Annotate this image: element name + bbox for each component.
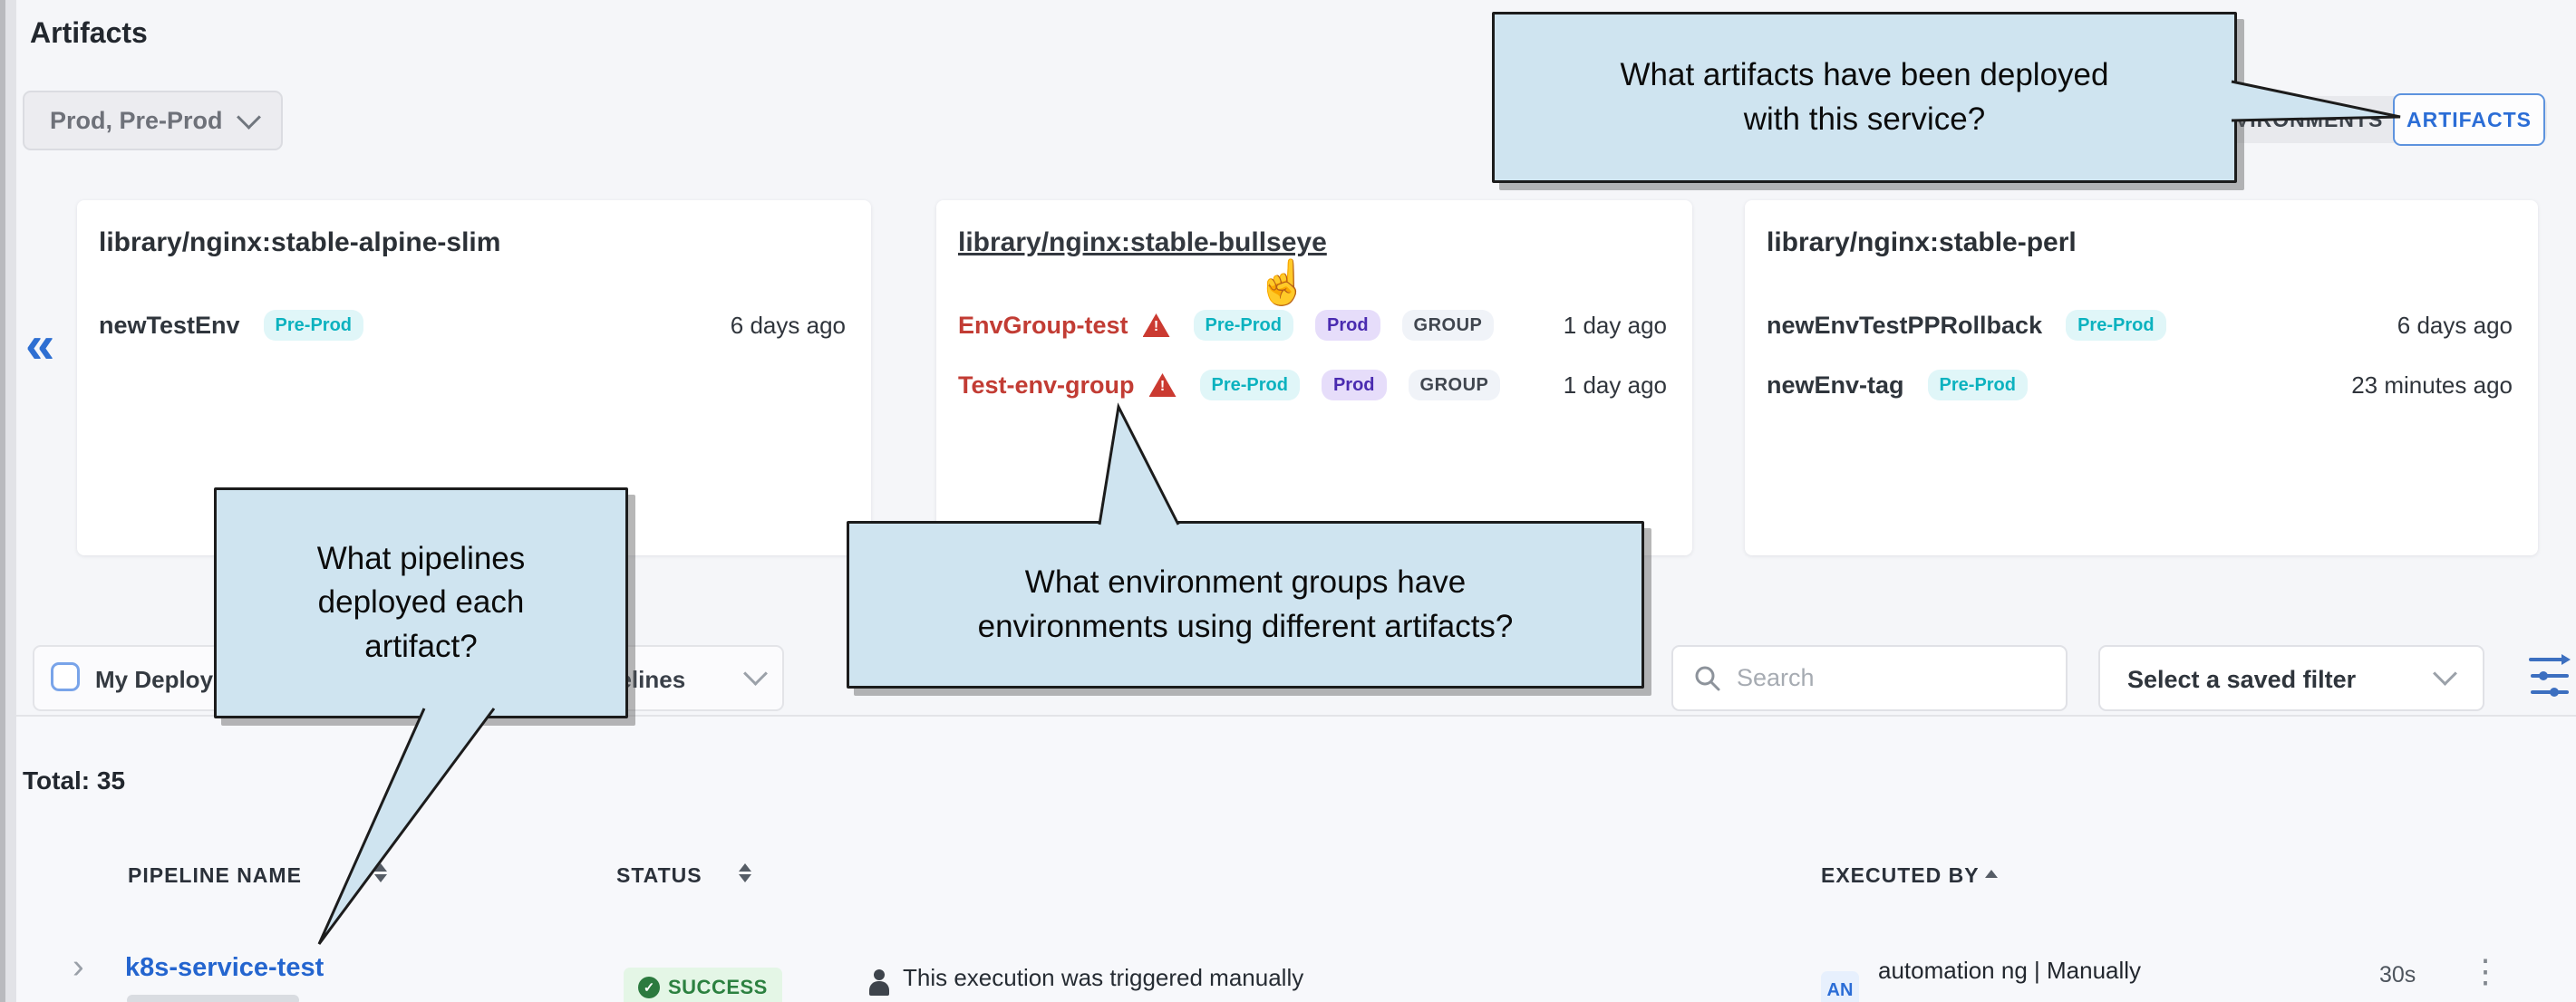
tab-artifacts[interactable]: ARTIFACTS (2393, 93, 2545, 146)
artifact-title-link[interactable]: library/nginx:stable-bullseye (958, 227, 1327, 258)
environment-name[interactable]: EnvGroup-test (958, 312, 1128, 340)
pipeline-name-link[interactable]: k8s-service-test (125, 953, 324, 983)
search-box (1671, 645, 2068, 711)
my-deployments-checkbox[interactable] (51, 662, 80, 691)
badge-group: GROUP (1402, 310, 1495, 341)
sort-icon[interactable] (739, 863, 751, 882)
badge-group: GROUP (1409, 370, 1501, 400)
view-tabs: ENVIRONMENTS ARTIFACTS (2183, 96, 2547, 143)
environment-badges: Pre-Prod (264, 310, 363, 341)
column-header-pipeline-name[interactable]: PIPELINE NAME (128, 863, 302, 888)
badge-prod: Prod (1315, 310, 1380, 341)
saved-filter-value: Select a saved filter (2127, 666, 2356, 694)
environment-badges: Pre-Prod (2066, 310, 2165, 341)
filter-sliders-icon (2527, 650, 2571, 701)
chevron-down-icon (2433, 661, 2457, 686)
trigger-message: This execution was triggered manually (903, 964, 1303, 992)
chevron-down-icon (743, 661, 768, 686)
environment-name[interactable]: Test-env-group (958, 371, 1135, 400)
deployed-time: 6 days ago (731, 312, 846, 340)
artifacts-page: Artifacts Prod, Pre-Prod ENVIRONMENTS AR… (0, 0, 2576, 1002)
search-icon (1693, 664, 1722, 693)
warning-triangle-icon: ! (1149, 373, 1177, 397)
execution-duration: 30s (2379, 962, 2416, 988)
environment-row[interactable]: Test-env-group! Pre-Prod Prod GROUP 1 day ag… (936, 365, 1692, 405)
column-header-executed-by[interactable]: EXECUTED BY (1821, 863, 1980, 888)
artifact-title-link[interactable]: library/nginx:stable-perl (1767, 227, 2077, 258)
chevron-down-icon (237, 105, 261, 130)
sort-ascending-icon[interactable] (1985, 870, 1998, 878)
user-icon (868, 969, 890, 997)
filter-settings-button[interactable] (2527, 650, 2571, 706)
artifact-card: library/nginx:stable-bullseye☝EnvGroup-t… (936, 200, 1692, 555)
deployed-time: 23 minutes ago (2351, 371, 2513, 400)
environment-type-value: Prod, Pre-Prod (50, 107, 223, 135)
deployed-time: 6 days ago (2397, 312, 2513, 340)
executions-section-background (0, 715, 2576, 1002)
search-input[interactable] (1735, 663, 2010, 693)
environment-name[interactable]: newTestEnv (99, 312, 240, 340)
hand-cursor-icon: ☝ (1255, 256, 1310, 308)
window-edge-inner (5, 0, 16, 1002)
saved-filter-dropdown[interactable]: Select a saved filter (2098, 645, 2484, 711)
environment-type-dropdown[interactable]: Prod, Pre-Prod (23, 91, 283, 150)
badge-prod: Prod (1322, 370, 1387, 400)
environment-badges: Pre-Prod Prod GROUP (1200, 370, 1501, 400)
warning-triangle-icon: ! (1143, 313, 1170, 337)
avatar: AN (1821, 971, 1859, 1002)
environment-name[interactable]: newEnv-tag (1767, 371, 1904, 400)
callout-env-groups-question: What environment groups haveenvironments… (847, 521, 1644, 689)
environment-row[interactable]: newTestEnv Pre-Prod 6 days ago (77, 305, 871, 345)
success-check-icon: ✓ (638, 977, 660, 998)
environment-badges: Pre-Prod (1928, 370, 2028, 400)
pipeline-subtext (127, 995, 299, 1002)
environment-row[interactable]: newEnvTestPPRollback Pre-Prod 6 days ago (1745, 305, 2538, 345)
executed-by-text: automation ng | Manually (1878, 957, 2141, 985)
status-label: SUCCESS (668, 976, 768, 999)
artifact-title-link[interactable]: library/nginx:stable-alpine-slim (99, 227, 500, 258)
row-menu-dots[interactable]: ⋮ (2469, 953, 2502, 989)
artifact-card: library/nginx:stable-perl newEnvTestPPRol… (1745, 200, 2538, 555)
badge-preprod: Pre-Prod (2066, 310, 2165, 341)
badge-preprod: Pre-Prod (1928, 370, 2028, 400)
environment-row[interactable]: newEnv-tag Pre-Prod 23 minutes ago (1745, 365, 2538, 405)
carousel-previous-button[interactable]: « (25, 319, 54, 371)
deployed-time: 1 day ago (1564, 371, 1667, 400)
badge-preprod: Pre-Prod (264, 310, 363, 341)
callout-pipelines-question: What pipelinesdeployed eachartifact? (214, 487, 628, 718)
column-header-status[interactable]: STATUS (616, 863, 702, 888)
status-badge: ✓ SUCCESS (624, 968, 782, 1002)
row-expander-chevron[interactable]: › (73, 949, 84, 984)
callout-artifacts-question: What artifacts have been deployedwith th… (1492, 12, 2237, 183)
deployed-time: 1 day ago (1564, 312, 1667, 340)
environment-row[interactable]: EnvGroup-test! Pre-Prod Prod GROUP 1 day ago (936, 305, 1692, 345)
total-count: Total: 35 (23, 766, 125, 795)
badge-preprod: Pre-Prod (1200, 370, 1300, 400)
badge-preprod: Pre-Prod (1194, 310, 1293, 341)
environment-name[interactable]: newEnvTestPPRollback (1767, 312, 2042, 340)
sort-icon[interactable] (374, 863, 387, 882)
page-title: Artifacts (30, 16, 148, 50)
environment-badges: Pre-Prod Prod GROUP (1194, 310, 1495, 341)
